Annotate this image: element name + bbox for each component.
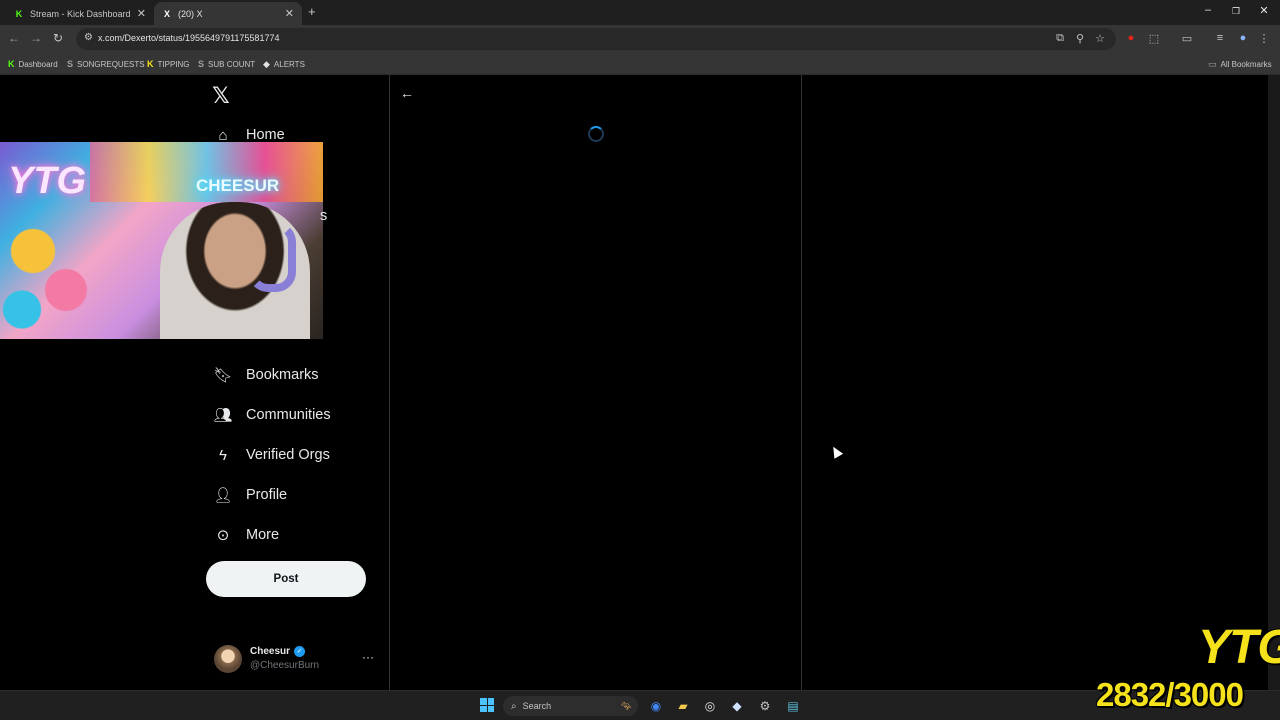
person-icon: 👤︎ <box>213 487 233 504</box>
menu-kebab-icon[interactable]: ⋮ <box>1257 32 1271 45</box>
streamelements-icon: S <box>67 59 74 69</box>
avatar <box>214 645 242 673</box>
lightning-icon: ϟ <box>219 446 227 464</box>
nav-more[interactable]: ⊙ More <box>212 520 279 550</box>
neon-sign-ytg: YTG <box>8 160 87 202</box>
close-tab-icon[interactable]: ✕ <box>137 7 146 20</box>
bookmark-label: Dashboard <box>18 59 58 69</box>
reload-icon[interactable]: ↻ <box>50 31 66 45</box>
site-info-icon[interactable]: ⚙ <box>84 32 93 43</box>
neon-sign-cheesur: CHEESUR <box>196 176 280 195</box>
bookmark-tipping[interactable]: K TIPPING <box>147 57 190 71</box>
steam-icon[interactable]: ◆ <box>728 697 746 715</box>
account-more-icon[interactable]: ··· <box>362 650 374 664</box>
bookmarks-bar: K Dashboard S SONGREQUESTS K TIPPING S S… <box>0 53 1280 75</box>
column-divider <box>389 75 390 690</box>
home-icon: ⌂ <box>218 126 228 144</box>
loading-spinner-icon <box>588 126 604 142</box>
stream-sub-counter: 2832/3000 <box>1096 676 1244 713</box>
nav-label: Bookmarks <box>246 367 319 383</box>
webcam-overlay: YTG CHEESUR <box>0 142 323 339</box>
nav-label: Profile <box>246 487 288 503</box>
bookmark-star-icon[interactable]: ☆ <box>1093 32 1107 45</box>
address-bar[interactable]: ⚙ x.com/Dexerto/status/19556497911755817… <box>76 28 1116 50</box>
side-panel-icon[interactable]: ▭ <box>1180 32 1194 45</box>
diamond-icon: ◆ <box>263 58 270 69</box>
zoom-icon[interactable]: ⚲ <box>1073 32 1087 45</box>
tab-title: Stream - Kick Dashboard <box>30 8 131 19</box>
notepad-icon[interactable]: ▤ <box>784 697 802 715</box>
bookmark-label: All Bookmarks <box>1220 59 1272 69</box>
close-window-icon[interactable]: ✕ <box>1254 4 1274 17</box>
search-icon: ⌕ <box>511 700 517 712</box>
install-app-icon[interactable]: ⧉ <box>1053 32 1067 45</box>
browser-tab-strip: K Stream - Kick Dashboard ✕ X (20) X ✕ +… <box>0 0 1280 25</box>
chrome-icon[interactable]: ◉ <box>647 697 665 715</box>
url-text: x.com/Dexerto/status/1955649791175581774 <box>98 33 280 43</box>
all-bookmarks[interactable]: ▭ All Bookmarks <box>1208 57 1272 71</box>
minimize-icon[interactable]: – <box>1198 4 1218 16</box>
x-favicon-icon: X <box>163 8 170 19</box>
close-tab-icon[interactable]: ✕ <box>285 7 294 20</box>
nav-label: Communities <box>246 407 331 423</box>
nav-bookmarks[interactable]: 🔖︎ Bookmarks <box>212 360 319 390</box>
kick-icon: K <box>147 59 154 69</box>
browser-toolbar: ← → ↻ ⚙ x.com/Dexerto/status/19556497911… <box>0 25 1280 53</box>
back-arrow-icon[interactable]: ← <box>400 85 414 101</box>
settings-gear-icon[interactable]: ⚙ <box>756 697 774 715</box>
more-circle-icon: ⊙ <box>216 527 230 544</box>
nav-label-fragment: s <box>320 208 328 224</box>
profile-avatar-icon[interactable]: ● <box>1236 32 1250 44</box>
bookmark-label: ALERTS <box>273 59 305 69</box>
verified-badge-icon: ✓ <box>294 646 305 657</box>
file-explorer-icon[interactable]: ▰ <box>674 697 692 715</box>
nav-communities[interactable]: 👥︎ Communities <box>212 400 331 430</box>
restore-icon[interactable]: ❐ <box>1226 6 1246 17</box>
bookmark-alerts[interactable]: ◆ ALERTS <box>263 57 305 71</box>
kick-favicon-icon: K <box>15 8 23 19</box>
x-logo-icon[interactable]: 𝕏 <box>212 83 230 109</box>
scrollbar[interactable] <box>1268 75 1280 690</box>
webcam-plushies <box>0 212 110 339</box>
windows-start-icon[interactable] <box>480 698 494 712</box>
nav-label: More <box>246 527 280 543</box>
nav-label: Home <box>246 127 285 143</box>
nav-label: Verified Orgs <box>246 447 330 463</box>
tab-x[interactable]: X (20) X ✕ <box>154 2 302 25</box>
bookmark-dashboard[interactable]: K Dashboard <box>8 57 58 71</box>
taskbar-search[interactable]: ⌕ Search 🦘︎ <box>503 696 638 716</box>
account-switcher[interactable]: Cheesur ✓ @CheesurBurn ··· <box>214 644 374 676</box>
communities-icon: 👥︎ <box>213 407 233 424</box>
post-button[interactable]: Post <box>206 561 366 597</box>
taskbar-search-label: Search <box>522 701 552 711</box>
media-controls-icon[interactable]: ≡ <box>1213 32 1227 44</box>
streamelements-icon: S <box>198 59 205 69</box>
bookmark-songrequests[interactable]: S SONGREQUESTS <box>67 57 145 71</box>
extension-red-icon[interactable]: ● <box>1124 32 1138 44</box>
new-tab-button[interactable]: + <box>308 4 316 19</box>
search-highlight-icon: 🦘︎ <box>620 700 632 711</box>
back-icon[interactable]: ← <box>6 31 22 45</box>
stream-overlay-logo: YTG <box>1198 621 1280 674</box>
windows-taskbar: ⌕ Search 🦘︎ ◉ ▰ ◎ ◆ ⚙ ▤ <box>0 690 1280 720</box>
extensions-puzzle-icon[interactable]: ⬚ <box>1147 32 1161 45</box>
tab-title: (20) X <box>178 8 203 19</box>
kick-icon: K <box>8 59 15 69</box>
obs-icon[interactable]: ◎ <box>701 697 719 715</box>
folder-icon: ▭ <box>1208 58 1217 69</box>
bookmark-sub-count[interactable]: S SUB COUNT <box>198 57 255 71</box>
bookmark-label: SONGREQUESTS <box>77 59 145 69</box>
tab-kick-dashboard[interactable]: K Stream - Kick Dashboard ✕ <box>6 2 154 25</box>
account-name: Cheesur <box>250 646 291 657</box>
forward-icon[interactable]: → <box>28 31 44 45</box>
column-divider <box>801 75 802 690</box>
headset-icon <box>248 222 296 292</box>
bookmark-label: SUB COUNT <box>208 59 256 69</box>
nav-verified-orgs[interactable]: ϟ Verified Orgs <box>212 440 330 470</box>
nav-profile[interactable]: 👤︎ Profile <box>212 480 287 510</box>
bookmark-label: TIPPING <box>157 59 190 69</box>
account-handle: @CheesurBurn <box>250 660 320 671</box>
bookmark-icon: 🔖︎ <box>213 367 233 384</box>
